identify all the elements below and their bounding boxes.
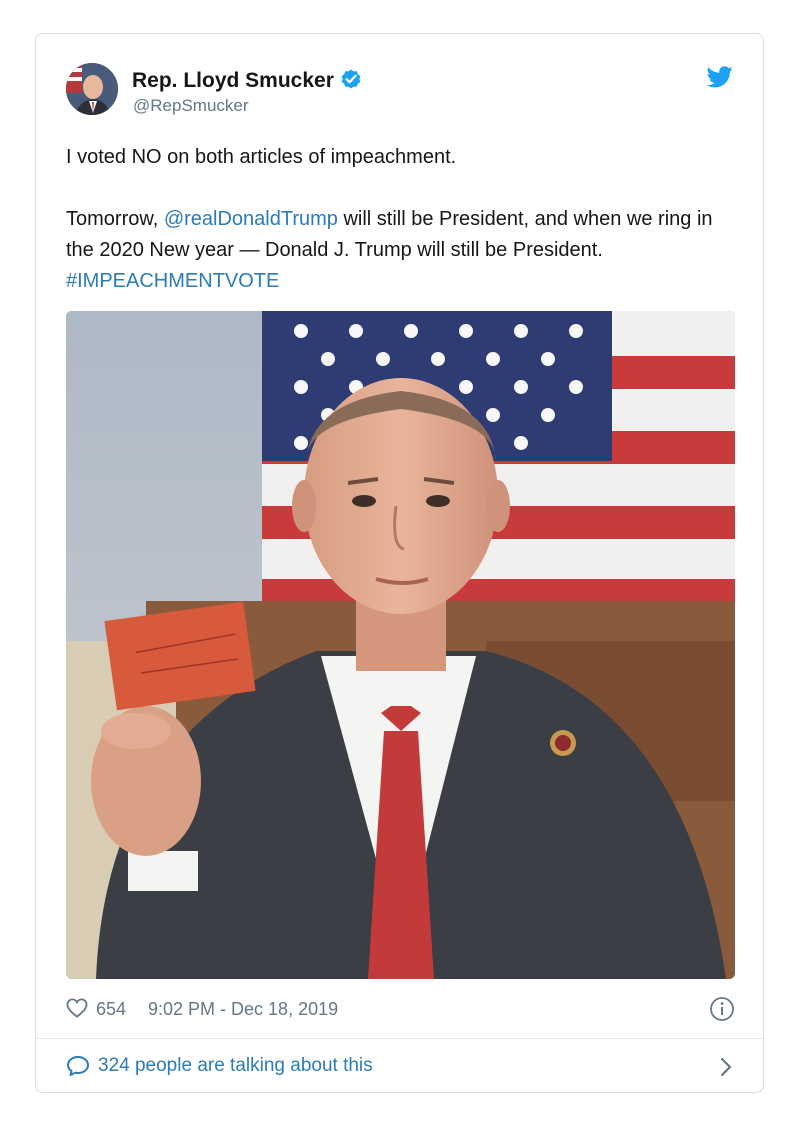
embedded-tweet-card[interactable]: Rep. Lloyd Smucker @RepSmucker I voted N… (35, 33, 764, 1093)
heart-icon[interactable] (66, 998, 88, 1023)
verified-badge-icon (340, 68, 362, 96)
author-name-text[interactable]: Rep. Lloyd Smucker (132, 69, 334, 92)
conversation-link[interactable]: 324 people are talking about this (66, 1052, 735, 1082)
avatar-portrait (66, 63, 118, 115)
conversation-label[interactable]: 324 people are talking about this (98, 1055, 373, 1077)
mention-link[interactable]: @realDonaldTrump (164, 208, 338, 230)
tweet-text-start: Tomorrow, (66, 208, 164, 230)
tweet-paragraph-2: Tomorrow, @realDonaldTrump will still be… (66, 204, 736, 297)
tweet-photo[interactable] (66, 311, 735, 979)
hashtag-link[interactable]: #IMPEACHMENTVOTE (66, 270, 279, 292)
info-icon[interactable] (709, 996, 735, 1027)
speech-bubble-icon (66, 1055, 90, 1083)
photo-illustration (66, 311, 735, 979)
chevron-right-icon[interactable] (719, 1056, 733, 1084)
divider (36, 1038, 763, 1039)
author-name[interactable]: Rep. Lloyd Smucker (132, 68, 362, 96)
avatar[interactable] (66, 63, 118, 115)
timestamp-link[interactable]: 9:02 PM - Dec 18, 2019 (148, 999, 338, 1020)
like-count[interactable]: 654 (96, 999, 126, 1020)
twitter-bird-icon[interactable] (706, 66, 733, 93)
author-handle[interactable]: @RepSmucker (133, 96, 249, 116)
tweet-meta: 654 9:02 PM - Dec 18, 2019 (66, 996, 735, 1024)
tweet-paragraph-1: I voted NO on both articles of impeachme… (66, 146, 457, 168)
tweet-text: I voted NO on both articles of impeachme… (66, 142, 736, 297)
